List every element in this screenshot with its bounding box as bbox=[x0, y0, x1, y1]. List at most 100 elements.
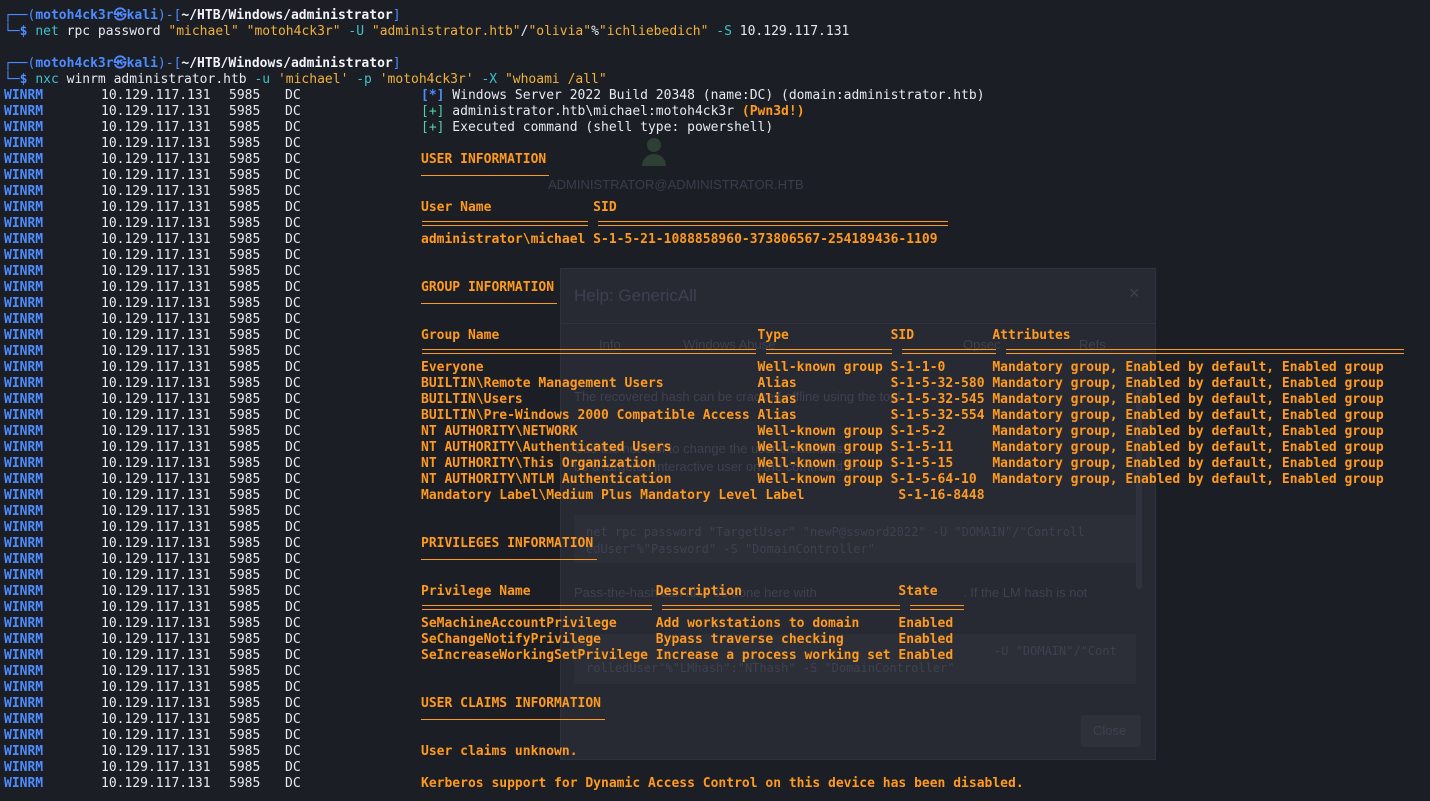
winrm-proto: WINRM bbox=[4, 296, 44, 311]
winrm-host: DC bbox=[285, 184, 301, 199]
winrm-proto: WINRM bbox=[4, 152, 44, 167]
column-separator bbox=[766, 349, 892, 354]
prompt-at: ㉿ bbox=[113, 56, 127, 71]
winrm-ip: 10.129.117.131 bbox=[101, 152, 211, 167]
winrm-proto: WINRM bbox=[4, 776, 44, 791]
column-separator bbox=[662, 605, 900, 610]
winrm-host: DC bbox=[285, 616, 301, 631]
winrm-proto: WINRM bbox=[4, 488, 44, 503]
winrm-port: 5985 bbox=[229, 648, 261, 663]
winrm-port: 5985 bbox=[229, 616, 261, 631]
winrm-host: DC bbox=[285, 312, 301, 327]
winrm-proto: WINRM bbox=[4, 616, 44, 631]
output-line: SeMachineAccountPrivilege Add workstatio… bbox=[421, 616, 954, 631]
winrm-port: 5985 bbox=[229, 504, 261, 519]
winrm-ip: 10.129.117.131 bbox=[101, 664, 211, 679]
winrm-host: DC bbox=[285, 472, 301, 487]
winrm-port: 5985 bbox=[229, 344, 261, 359]
output-line: Mandatory Label\Medium Plus Mandatory Le… bbox=[421, 488, 985, 503]
winrm-ip: 10.129.117.131 bbox=[101, 312, 211, 327]
winrm-ip: 10.129.117.131 bbox=[101, 232, 211, 247]
winrm-proto: WINRM bbox=[4, 472, 44, 487]
winrm-port: 5985 bbox=[229, 664, 261, 679]
winrm-host: DC bbox=[285, 584, 301, 599]
winrm-ip: 10.129.117.131 bbox=[101, 648, 211, 663]
winrm-proto: WINRM bbox=[4, 504, 44, 519]
command-token: 'motoh4ck3r' bbox=[379, 72, 474, 87]
winrm-port: 5985 bbox=[229, 488, 261, 503]
winrm-proto: WINRM bbox=[4, 456, 44, 471]
winrm-port: 5985 bbox=[229, 712, 261, 727]
winrm-proto: WINRM bbox=[4, 712, 44, 727]
winrm-proto: WINRM bbox=[4, 728, 44, 743]
winrm-host: DC bbox=[285, 712, 301, 727]
winrm-proto: WINRM bbox=[4, 568, 44, 583]
output-line: Privilege Name Description State bbox=[421, 584, 938, 599]
status-pwned: (Pwn3d!) bbox=[741, 104, 805, 119]
winrm-port: 5985 bbox=[229, 472, 261, 487]
output-line: NT AUTHORITY\NETWORK Well-known group S-… bbox=[421, 424, 1384, 439]
output-line: User claims unknown. bbox=[421, 744, 578, 759]
winrm-host: DC bbox=[285, 168, 301, 183]
command-token: "michael" bbox=[168, 24, 239, 39]
winrm-proto: WINRM bbox=[4, 328, 44, 343]
winrm-host: DC bbox=[285, 424, 301, 439]
winrm-port: 5985 bbox=[229, 776, 261, 791]
column-separator bbox=[422, 605, 652, 610]
winrm-proto: WINRM bbox=[4, 376, 44, 391]
winrm-proto: WINRM bbox=[4, 536, 44, 551]
winrm-port: 5985 bbox=[229, 376, 261, 391]
winrm-host: DC bbox=[285, 88, 301, 103]
winrm-host: DC bbox=[285, 440, 301, 455]
winrm-port: 5985 bbox=[229, 392, 261, 407]
winrm-proto: WINRM bbox=[4, 184, 44, 199]
winrm-ip: 10.129.117.131 bbox=[101, 328, 211, 343]
winrm-port: 5985 bbox=[229, 232, 261, 247]
winrm-ip: 10.129.117.131 bbox=[101, 120, 211, 135]
winrm-host: DC bbox=[285, 296, 301, 311]
winrm-port: 5985 bbox=[229, 424, 261, 439]
winrm-port: 5985 bbox=[229, 552, 261, 567]
output-line: SeChangeNotifyPrivilege Bypass traverse … bbox=[421, 632, 954, 647]
winrm-ip: 10.129.117.131 bbox=[101, 488, 211, 503]
winrm-host: DC bbox=[285, 264, 301, 279]
winrm-port: 5985 bbox=[229, 88, 261, 103]
output-line: administrator\michael S-1-5-21-108885896… bbox=[421, 232, 938, 247]
winrm-ip: 10.129.117.131 bbox=[101, 552, 211, 567]
winrm-proto: WINRM bbox=[4, 264, 44, 279]
column-separator bbox=[902, 349, 996, 354]
winrm-host: DC bbox=[285, 376, 301, 391]
winrm-ip: 10.129.117.131 bbox=[101, 424, 211, 439]
winrm-ip: 10.129.117.131 bbox=[101, 680, 211, 695]
winrm-port: 5985 bbox=[229, 152, 261, 167]
status-text: administrator.htb\michael:motoh4ck3r bbox=[444, 104, 742, 119]
status-tag: [+] bbox=[421, 120, 445, 135]
winrm-port: 5985 bbox=[229, 456, 261, 471]
winrm-port: 5985 bbox=[229, 632, 261, 647]
winrm-port: 5985 bbox=[229, 184, 261, 199]
status-tag: [*] bbox=[421, 88, 445, 103]
winrm-ip: 10.129.117.131 bbox=[101, 632, 211, 647]
winrm-ip: 10.129.117.131 bbox=[101, 168, 211, 183]
winrm-port: 5985 bbox=[229, 168, 261, 183]
output-line: NT AUTHORITY\NTLM Authentication Well-kn… bbox=[421, 472, 1384, 487]
winrm-host: DC bbox=[285, 216, 301, 231]
winrm-port: 5985 bbox=[229, 296, 261, 311]
command-token: "ichliebedich" bbox=[598, 24, 709, 39]
output-line: Everyone Well-known group S-1-1-0 Mandat… bbox=[421, 360, 1384, 375]
winrm-proto: WINRM bbox=[4, 168, 44, 183]
output-line: NT AUTHORITY\Authenticated Users Well-kn… bbox=[421, 440, 1384, 455]
winrm-host: DC bbox=[285, 664, 301, 679]
winrm-port: 5985 bbox=[229, 248, 261, 263]
status-line: [+] Executed command (shell type: powers… bbox=[421, 120, 773, 136]
winrm-host: DC bbox=[285, 552, 301, 567]
winrm-proto: WINRM bbox=[4, 248, 44, 263]
command-token: -U bbox=[340, 24, 372, 39]
status-text: Executed command (shell type: powershell… bbox=[444, 120, 774, 135]
winrm-ip: 10.129.117.131 bbox=[101, 728, 211, 743]
column-separator bbox=[910, 605, 964, 610]
winrm-proto: WINRM bbox=[4, 680, 44, 695]
prompt-user: motoh4ck3r bbox=[35, 56, 114, 71]
winrm-host: DC bbox=[285, 280, 301, 295]
status-text: Windows Server 2022 Build 20348 (name:DC… bbox=[444, 88, 985, 103]
